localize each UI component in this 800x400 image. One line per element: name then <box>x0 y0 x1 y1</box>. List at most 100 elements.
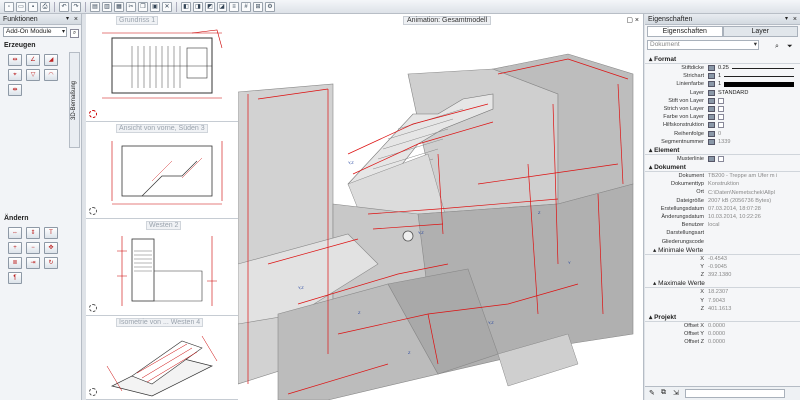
new-icon[interactable]: ▫ <box>4 1 14 12</box>
prop-row[interactable]: Farbe von Layer <box>645 113 800 121</box>
prop-row[interactable]: Musterlinie <box>645 155 800 163</box>
format-icon[interactable]: ¶ <box>8 272 22 284</box>
prop-row[interactable]: Hilfskonstruktion <box>645 121 800 129</box>
prop-row[interactable]: Strich von Layer <box>645 105 800 113</box>
view-icon[interactable]: ◩ <box>205 1 215 12</box>
add-point-icon[interactable]: + <box>8 242 22 254</box>
prop-row: Offset Y 0.0000 <box>683 331 726 338</box>
view-tile-west[interactable]: Westen 2 <box>86 219 238 316</box>
maximize-icon[interactable]: ▢ <box>626 17 633 24</box>
west-view-drawing <box>117 236 217 306</box>
dimension-point-icon[interactable]: ⌖ <box>8 69 22 81</box>
change-tools-row: ≣ ⇥ ↻ <box>0 257 81 269</box>
rotate-icon[interactable]: ↻ <box>44 257 58 269</box>
settings-icon[interactable]: ⚙ <box>265 1 275 12</box>
close-icon[interactable]: × <box>635 17 639 24</box>
section-min-values[interactable]: ▴ Minimale Werte <box>645 246 800 255</box>
toolbar-separator <box>85 1 86 12</box>
tab-layer[interactable]: Layer <box>722 26 798 37</box>
pin-icon[interactable]: ▾ <box>66 14 69 25</box>
grid-icon[interactable]: # <box>241 1 251 12</box>
search-icon[interactable]: ⌕ <box>70 29 79 38</box>
change-tools-row: + − ✥ <box>0 242 81 254</box>
tool-icon[interactable]: ▤ <box>90 1 100 12</box>
undo-icon[interactable]: ↶ <box>59 1 69 12</box>
view-tile-floorplan[interactable]: Grundriss 1 <box>86 14 238 122</box>
side-tab-3d-dimension[interactable]: 3D-Bemaßung <box>69 52 80 148</box>
prop-row[interactable]: Strichart 1 <box>645 72 800 80</box>
section-document[interactable]: ▴ Dokument <box>645 163 800 173</box>
redo-icon[interactable]: ↷ <box>71 1 81 12</box>
svg-text:Y,Z: Y,Z <box>488 320 494 325</box>
prop-row[interactable]: Reihenfolge 0 <box>645 130 800 138</box>
modify-text-icon[interactable]: T <box>44 227 58 239</box>
section-project[interactable]: ▴ Projekt <box>645 313 800 322</box>
remove-point-icon[interactable]: − <box>26 242 40 254</box>
prop-row: Z 401.1613 <box>700 305 732 312</box>
open-icon[interactable]: ▭ <box>16 1 26 12</box>
move-point-icon[interactable]: ✥ <box>44 242 58 254</box>
prop-row[interactable]: Segmentnummer 1339 <box>645 138 800 146</box>
paste-icon[interactable]: ▣ <box>150 1 160 12</box>
align-icon[interactable]: ≣ <box>8 257 22 269</box>
checkbox[interactable] <box>718 97 724 104</box>
prop-row[interactable]: Stiftdicke 0.25 <box>645 64 800 72</box>
view-tiles: Grundriss 1 Ansicht von vorne, Süden 3 W… <box>86 14 238 400</box>
dimension-linear-icon[interactable]: ⇹ <box>8 54 22 66</box>
view-icon[interactable]: ◨ <box>193 1 203 12</box>
dimension-angle-icon[interactable]: ∠ <box>26 54 40 66</box>
pick-icon[interactable]: ⇲ <box>673 389 679 397</box>
extend-icon[interactable]: ⇥ <box>26 257 40 269</box>
print-icon[interactable]: ⎙ <box>40 1 50 12</box>
section-format[interactable]: ▴ Format <box>645 55 800 64</box>
view-indicator-icon <box>89 388 97 396</box>
section-element[interactable]: ▴ Element <box>645 146 800 155</box>
tool-icon[interactable]: ▥ <box>102 1 112 12</box>
color-icon <box>708 81 715 88</box>
footer-select[interactable] <box>685 389 785 398</box>
checkbox[interactable] <box>718 106 724 113</box>
section-max-values[interactable]: ▴ Maximale Werte <box>645 279 800 289</box>
close-icon[interactable]: × <box>793 14 797 25</box>
copy-format-icon[interactable]: ⧉ <box>661 389 666 397</box>
view-tile-isometric[interactable]: Isometrie von ... Westen 4 <box>86 316 238 400</box>
dimension-height-icon[interactable]: ▽ <box>26 69 40 81</box>
save-icon[interactable]: ▪ <box>28 1 38 12</box>
tool-icon[interactable]: ▦ <box>114 1 124 12</box>
edit-icon[interactable]: ✎ <box>649 389 655 397</box>
view-title: Ansicht von vorne, Süden 3 <box>116 124 208 133</box>
dimension-radius-icon[interactable]: ◠ <box>44 69 58 81</box>
modify-offset-icon[interactable]: ⇕ <box>26 227 40 239</box>
layer-icon[interactable]: ≡ <box>229 1 239 12</box>
tab-properties[interactable]: Eigenschaften <box>647 26 723 37</box>
checkbox[interactable] <box>718 155 724 162</box>
checkbox[interactable] <box>718 114 724 121</box>
checkbox[interactable] <box>718 122 724 129</box>
copy-icon[interactable]: ❐ <box>138 1 148 12</box>
delete-icon[interactable]: ✕ <box>162 1 172 12</box>
prop-row[interactable]: Linienfarbe 1 <box>645 80 800 88</box>
property-list: ▴ Format Stiftdicke 0.25 Strichart 1 Linie… <box>645 55 800 346</box>
measure-icon[interactable]: ⊞ <box>253 1 263 12</box>
module-select[interactable]: Add-On Module ▾ <box>3 27 67 37</box>
view-icon[interactable]: ◧ <box>181 1 191 12</box>
view-icon[interactable]: ◪ <box>217 1 227 12</box>
view-tile-front[interactable]: Ansicht von vorne, Süden 3 <box>86 122 238 219</box>
main-viewport[interactable]: Y,Z Y,Z Z Y,Z Z Y Y,Z Z Animation: Gesamtmode… <box>238 14 644 400</box>
filter-icon[interactable]: ⏷ <box>787 43 793 51</box>
view-indicator-icon <box>89 304 97 312</box>
search-icon[interactable]: ⌕ <box>775 43 779 51</box>
cut-icon[interactable]: ✂ <box>126 1 136 12</box>
prop-row[interactable]: Stift von Layer <box>645 97 800 105</box>
modify-dimension-icon[interactable]: ⇔ <box>8 227 22 239</box>
prop-row[interactable]: Layer STANDARD <box>645 89 800 97</box>
panel-title: Eigenschaften ▾ × <box>645 14 800 25</box>
panel-title: Funktionen ▾ × <box>0 14 81 25</box>
dimension-chain-icon[interactable]: ⇼ <box>8 84 22 96</box>
dimension-slope-icon[interactable]: ◢ <box>44 54 58 66</box>
prop-row: Dateigröße 2007 kB (2056736 Bytes) <box>676 197 772 204</box>
close-icon[interactable]: × <box>74 14 78 25</box>
document-select[interactable]: Dokument ▾ <box>647 40 759 50</box>
prop-row: Dokumenttyp Konstruktion <box>671 181 740 188</box>
pin-icon[interactable]: ▾ <box>785 14 788 25</box>
